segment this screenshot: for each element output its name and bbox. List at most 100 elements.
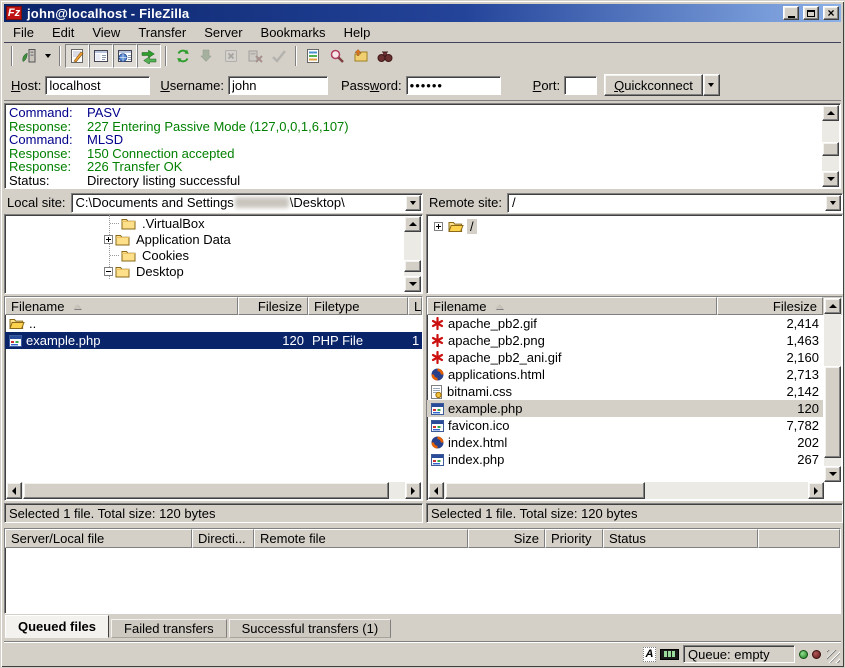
column-header-blank [758, 529, 840, 548]
file-row[interactable]: apache_pb2_ani.gif 2,160 [427, 349, 823, 366]
file-row-selected[interactable]: example.php 120 [427, 400, 823, 417]
toggle-local-tree-button[interactable] [89, 44, 113, 68]
menu-help[interactable]: Help [335, 23, 380, 42]
data-type-indicator-icon[interactable]: A [643, 647, 656, 662]
local-status-text: Selected 1 file. Total size: 120 bytes [4, 503, 423, 523]
synchronized-browsing-button[interactable] [373, 44, 397, 68]
apache-feather-icon [431, 317, 444, 330]
scroll-thumb[interactable] [404, 260, 421, 272]
recursive-operation-button[interactable] [267, 44, 291, 68]
column-header-server-local-file[interactable]: Server/Local file [5, 529, 192, 548]
scroll-down-button[interactable] [822, 171, 839, 187]
scroll-left-button[interactable] [6, 482, 22, 499]
column-header-size[interactable]: Size [468, 529, 545, 548]
file-row-selected[interactable]: example.php 120 PHP File 1 [5, 332, 422, 349]
menu-edit[interactable]: Edit [43, 23, 83, 42]
port-input[interactable] [564, 76, 597, 95]
file-row[interactable]: index.php 267 [427, 451, 823, 468]
scroll-thumb[interactable] [23, 482, 389, 499]
column-header-filesize[interactable]: Filesize [717, 297, 823, 315]
collapse-icon[interactable] [104, 267, 113, 276]
column-header-direction[interactable]: Directi... [192, 529, 254, 548]
resize-grip[interactable] [827, 650, 840, 663]
tree-item[interactable]: Cookies [5, 247, 422, 263]
menu-view[interactable]: View [83, 23, 129, 42]
column-header-filesize[interactable]: Filesize [238, 297, 308, 315]
scroll-thumb[interactable] [824, 366, 841, 458]
scroll-right-button[interactable] [405, 482, 421, 499]
scroll-up-button[interactable] [822, 105, 839, 121]
apache-feather-icon [431, 351, 444, 364]
minimize-button[interactable] [783, 6, 799, 20]
quickconnect-button[interactable]: Quickconnect [604, 74, 703, 96]
column-header-filetype[interactable]: Filetype [308, 297, 408, 315]
menu-server[interactable]: Server [195, 23, 251, 42]
site-manager-icon [21, 48, 37, 64]
filter-button[interactable] [301, 44, 325, 68]
column-header-filename[interactable]: Filename [5, 297, 238, 315]
password-input[interactable] [406, 76, 501, 95]
expand-icon[interactable] [434, 222, 443, 231]
remote-list-hscrollbar[interactable] [428, 482, 824, 499]
menu-file[interactable]: File [4, 23, 43, 42]
filezilla-logo-icon[interactable]: Fz [6, 6, 22, 20]
tree-item[interactable]: Application Data [5, 231, 422, 247]
scroll-left-button[interactable] [428, 482, 444, 499]
titlebar[interactable]: Fz john@localhost - FileZilla × [4, 4, 841, 22]
column-header-remote-file[interactable]: Remote file [254, 529, 468, 548]
quickconnect-dropdown-button[interactable] [703, 74, 720, 96]
host-input[interactable] [45, 76, 150, 95]
tree-item-root[interactable]: / [427, 218, 842, 234]
toggle-remote-tree-button[interactable] [113, 44, 137, 68]
scroll-down-button[interactable] [404, 276, 421, 292]
toggle-transfer-queue-button[interactable] [137, 44, 161, 68]
cancel-operation-button[interactable] [219, 44, 243, 68]
toggle-message-log-button[interactable] [65, 44, 89, 68]
scroll-right-button[interactable] [808, 482, 824, 499]
remote-site-combo[interactable]: / [507, 193, 843, 213]
tab-failed-transfers[interactable]: Failed transfers [111, 619, 227, 638]
column-header-priority[interactable]: Priority [545, 529, 603, 548]
expand-icon[interactable] [104, 235, 113, 244]
local-tree-scrollbar[interactable] [404, 216, 421, 292]
file-row[interactable]: bitnami.css 2,142 [427, 383, 823, 400]
scroll-down-button[interactable] [824, 466, 841, 482]
scroll-thumb[interactable] [445, 482, 645, 499]
menu-transfer[interactable]: Transfer [129, 23, 195, 42]
scroll-up-button[interactable] [824, 298, 841, 314]
maximize-button[interactable] [803, 6, 819, 20]
site-manager-button[interactable] [17, 44, 41, 68]
log-scrollbar[interactable] [822, 105, 839, 187]
menu-bookmarks[interactable]: Bookmarks [252, 23, 335, 42]
site-manager-dropdown-button[interactable] [41, 44, 55, 68]
username-input[interactable] [228, 76, 328, 95]
tab-successful-transfers[interactable]: Successful transfers (1) [229, 619, 392, 638]
tree-item[interactable]: Desktop [5, 263, 422, 279]
close-button[interactable]: × [823, 6, 839, 20]
file-row[interactable]: favicon.ico 7,782 [427, 417, 823, 434]
file-row[interactable]: apache_pb2.png 1,463 [427, 332, 823, 349]
remote-site-dropdown-button[interactable] [825, 195, 841, 211]
file-search-button[interactable] [325, 44, 349, 68]
speed-limit-icon[interactable] [660, 649, 679, 660]
refresh-button[interactable] [171, 44, 195, 68]
file-row-parent-dir[interactable]: .. [5, 315, 422, 332]
compare-directories-button[interactable] [349, 44, 373, 68]
remote-list-vscrollbar[interactable] [824, 298, 841, 482]
file-row[interactable]: apache_pb2.gif 2,414 [427, 315, 823, 332]
local-site-combo[interactable]: C:\Documents and Settings\Desktop\ [71, 193, 423, 213]
column-header-lastmodified[interactable]: L [408, 297, 422, 315]
tree-item[interactable]: .VirtualBox [5, 215, 422, 231]
column-header-status[interactable]: Status [603, 529, 758, 548]
column-header-filename[interactable]: Filename [427, 297, 717, 315]
disconnect-button[interactable] [243, 44, 267, 68]
scroll-thumb[interactable] [822, 142, 839, 156]
file-row[interactable]: index.html 202 [427, 434, 823, 451]
scroll-up-button[interactable] [404, 216, 421, 232]
tab-queued-files[interactable]: Queued files [5, 615, 109, 638]
process-queue-button[interactable] [195, 44, 219, 68]
local-site-dropdown-button[interactable] [405, 195, 421, 211]
local-list-hscrollbar[interactable] [6, 482, 421, 499]
file-row[interactable]: applications.html 2,713 [427, 366, 823, 383]
log-type: Response: [9, 147, 87, 161]
